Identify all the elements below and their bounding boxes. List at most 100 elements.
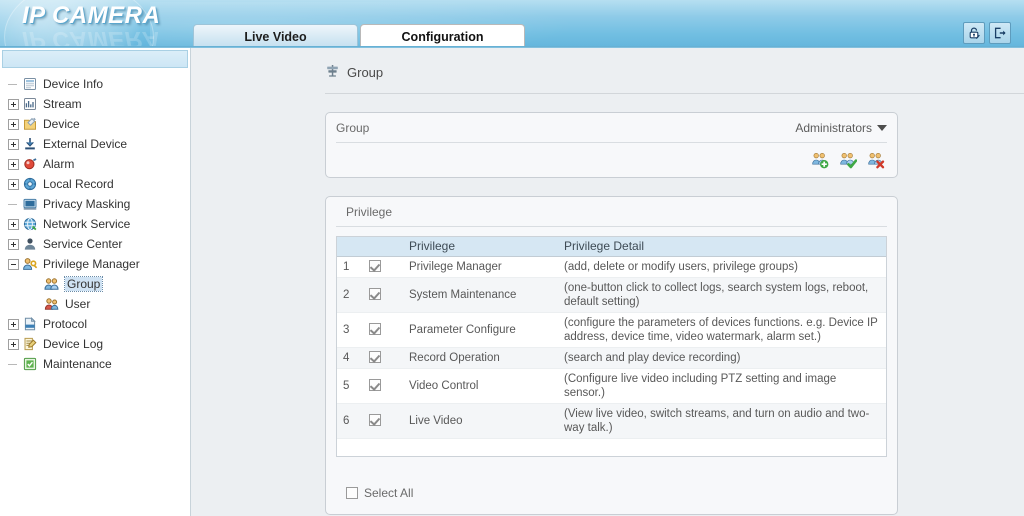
sidebar-item-group[interactable]: Group [8, 274, 190, 294]
external-device-icon [22, 136, 38, 152]
sidebar-item-device-info[interactable]: Device Info [8, 74, 190, 94]
row-index: 5 [337, 368, 363, 404]
row-index: 3 [337, 312, 363, 348]
sidebar-item-label: User [65, 297, 91, 311]
sidebar-item-alarm[interactable]: Alarm [8, 154, 190, 174]
tree-connector [8, 79, 19, 90]
select-all-row[interactable]: Select All [346, 486, 413, 500]
protocol-icon [22, 316, 38, 332]
navigation-tree: Device Info Stream Device External Device Al… [0, 68, 190, 374]
privilege-manager-icon [22, 256, 38, 272]
sidebar-item-service-center[interactable]: Service Center [8, 234, 190, 254]
logout-button[interactable] [989, 22, 1011, 44]
sidebar-item-label: Device Info [43, 77, 104, 91]
brand-title: IP CAMERA [22, 2, 161, 29]
privilege-checkbox[interactable] [369, 379, 381, 392]
service-center-icon [22, 236, 38, 252]
sidebar-item-label: Network Service [43, 217, 131, 231]
sidebar-item-label: Device Log [43, 337, 104, 351]
expand-icon[interactable] [8, 218, 19, 230]
table-header-row: Privilege Privilege Detail [337, 237, 886, 257]
sidebar-item-label: External Device [43, 137, 128, 151]
row-privilege-name: Parameter Configure [403, 312, 558, 348]
row-privilege-detail: (configure the parameters of devices fun… [558, 312, 886, 348]
sidebar-item-label: Privacy Masking [43, 197, 131, 211]
chevron-down-icon [877, 124, 887, 131]
privilege-table-wrap: Privilege Privilege Detail 1 Privilege Ma… [336, 236, 887, 457]
sidebar-item-label: Device [43, 117, 80, 131]
row-index: 2 [337, 277, 363, 313]
main-tabs: Live Video Configuration [193, 24, 525, 48]
header-actions [963, 22, 1011, 44]
sidebar-item-protocol[interactable]: Protocol [8, 314, 190, 334]
sidebar-item-privilege-manager[interactable]: Privilege Manager [8, 254, 190, 274]
sidebar-item-device-log[interactable]: Device Log [8, 334, 190, 354]
collapse-icon[interactable] [8, 258, 19, 270]
expand-icon[interactable] [8, 318, 19, 330]
local-record-icon [22, 176, 38, 192]
modify-password-button[interactable] [963, 22, 985, 44]
tab-live-video[interactable]: Live Video [193, 24, 358, 48]
sidebar-item-privacy-masking[interactable]: Privacy Masking [8, 194, 190, 214]
expand-icon[interactable] [8, 138, 19, 150]
sidebar-item-label: Privilege Manager [43, 257, 140, 271]
privilege-panel: Privilege Privilege Privilege Detail 1 P… [325, 196, 898, 515]
row-privilege-detail: (Configure live video including PTZ sett… [558, 368, 886, 404]
ip-camera-web-ui: IP CAMERA IP CAMERA Live Video Configura… [0, 0, 1024, 516]
sidebar-item-user[interactable]: User [8, 294, 190, 314]
privilege-checkbox[interactable] [369, 260, 381, 273]
add-group-icon[interactable] [811, 151, 829, 169]
privilege-checkbox[interactable] [369, 414, 381, 427]
logout-icon [993, 26, 1007, 40]
sidebar-item-label: Stream [43, 97, 82, 111]
sidebar-item-local-record[interactable]: Local Record [8, 174, 190, 194]
sidebar-item-device[interactable]: Device [8, 114, 190, 134]
row-privilege-name: Live Video [403, 403, 558, 439]
privilege-checkbox[interactable] [369, 351, 381, 364]
select-all-checkbox[interactable] [346, 487, 358, 499]
sidebar-item-label: Service Center [43, 237, 123, 251]
tab-configuration-label: Configuration [401, 29, 484, 44]
row-privilege-name: Video Control [403, 368, 558, 404]
privilege-checkbox[interactable] [369, 323, 381, 336]
sidebar-item-maintenance[interactable]: Maintenance [8, 354, 190, 374]
group-select-dropdown[interactable]: Administrators [795, 121, 887, 135]
sidebar: Device Info Stream Device External Device Al… [0, 48, 191, 516]
row-index: 4 [337, 347, 363, 369]
group-panel-label: Group [336, 120, 370, 135]
row-privilege-detail: (add, delete or modify users, privilege … [558, 256, 886, 278]
privilege-checkbox[interactable] [369, 288, 381, 301]
tree-connector [8, 199, 19, 210]
row-privilege-name: Privilege Manager [403, 256, 558, 278]
main-content: Group Group Administrators Privilege Pri… [192, 48, 1024, 516]
modify-group-icon[interactable] [839, 151, 858, 169]
sidebar-item-label: Maintenance [43, 357, 112, 371]
group-panel: Group Administrators [325, 112, 898, 178]
table-row: 5 Video Control (Configure live video incl… [337, 368, 886, 404]
device-log-icon [22, 336, 38, 352]
title-divider [325, 93, 1024, 94]
sidebar-item-network-service[interactable]: Network Service [8, 214, 190, 234]
privilege-panel-label: Privilege [336, 197, 887, 227]
expand-icon[interactable] [8, 238, 19, 250]
column-index [337, 237, 363, 257]
expand-icon[interactable] [8, 158, 19, 170]
device-icon [22, 116, 38, 132]
sidebar-header-strip [2, 50, 188, 68]
privilege-table-body: 1 Privilege Manager (add, delete or modify… [337, 256, 886, 439]
expand-icon[interactable] [8, 118, 19, 130]
delete-group-icon[interactable] [867, 151, 885, 169]
sidebar-item-external-device[interactable]: External Device [8, 134, 190, 154]
tab-configuration[interactable]: Configuration [360, 24, 525, 48]
group-icon [44, 276, 60, 292]
expand-icon[interactable] [8, 178, 19, 190]
expand-icon[interactable] [8, 338, 19, 350]
table-row: 6 Live Video (View live video, switch stre… [337, 403, 886, 439]
column-privilege-detail: Privilege Detail [558, 237, 886, 257]
expand-icon[interactable] [8, 98, 19, 110]
column-privilege: Privilege [403, 237, 558, 257]
sidebar-item-stream[interactable]: Stream [8, 94, 190, 114]
row-privilege-detail: (View live video, switch streams, and tu… [558, 403, 886, 439]
page-title-row: Group [325, 63, 383, 81]
row-checkbox-cell [363, 403, 403, 439]
